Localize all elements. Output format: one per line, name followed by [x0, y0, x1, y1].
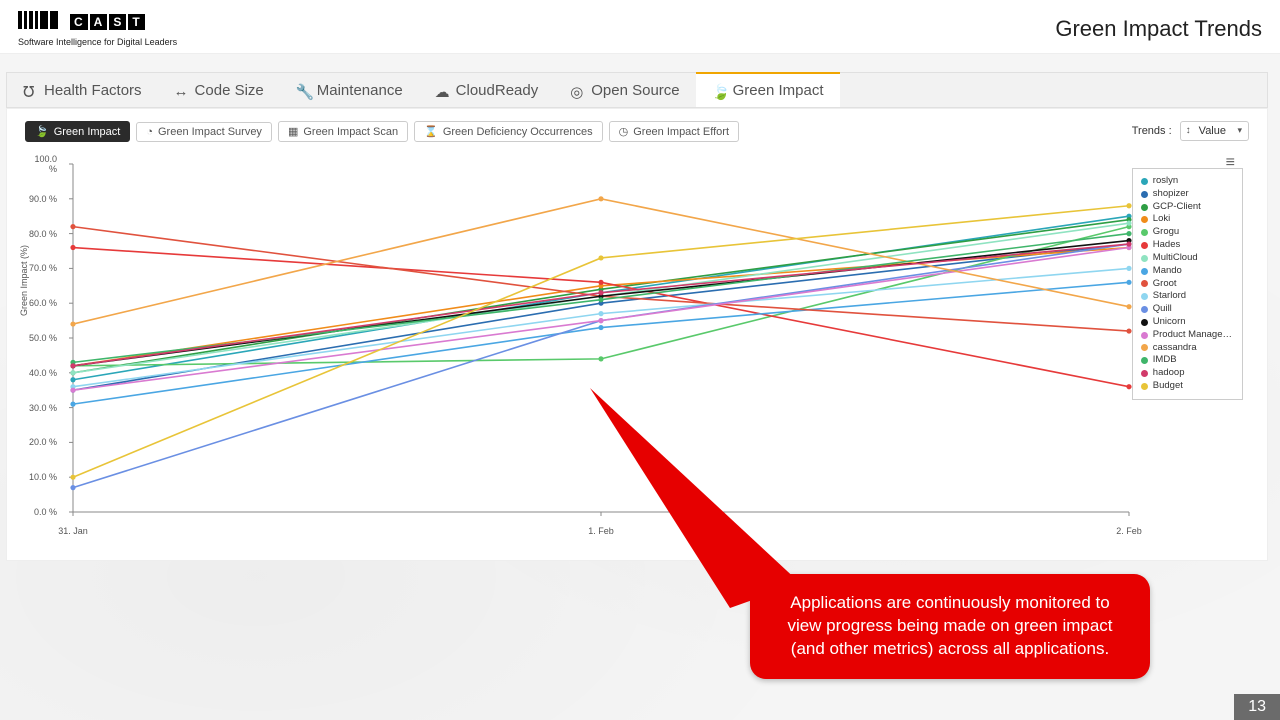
- trends-label: Trends :: [1132, 125, 1172, 137]
- tab-open-source[interactable]: ◎ Open Source: [554, 73, 695, 107]
- tab-code-size[interactable]: ↔ Code Size: [158, 73, 280, 107]
- tab-maintenance[interactable]: 🔧 Maintenance: [280, 73, 419, 107]
- annotation-callout: Applications are continuously monitored …: [750, 574, 1150, 679]
- brand-bars-icon: [18, 11, 60, 34]
- legend-item[interactable]: Hades: [1141, 239, 1232, 252]
- arrows-h-icon: ↔: [174, 83, 189, 98]
- tab-cloudready[interactable]: ☁ CloudReady: [419, 73, 555, 107]
- brand-tagline: Software Intelligence for Digital Leader…: [18, 37, 177, 47]
- legend-item[interactable]: MultiCloud: [1141, 252, 1232, 265]
- grid-icon: ▦: [288, 125, 298, 138]
- stethoscope-icon: ℧: [23, 83, 38, 98]
- legend-item[interactable]: Mando: [1141, 265, 1232, 278]
- subtab-green-survey[interactable]: ◔ Green Impact Survey: [136, 122, 272, 142]
- subtab-green-scan[interactable]: ▦ Green Impact Scan: [278, 121, 408, 142]
- subtab-green-impact[interactable]: 🍃 Green Impact: [25, 121, 130, 142]
- legend-item[interactable]: Loki: [1141, 213, 1232, 226]
- trends-value-dropdown[interactable]: Value: [1180, 121, 1249, 141]
- pie-icon: ◔: [146, 126, 153, 138]
- legend-item[interactable]: IMDB: [1141, 354, 1232, 367]
- legend-item[interactable]: Unicorn: [1141, 316, 1232, 329]
- page-number: 13: [1234, 694, 1280, 720]
- legend-item[interactable]: GCP-Client: [1141, 201, 1232, 214]
- hourglass-icon: ⌛: [424, 125, 438, 138]
- legend-item[interactable]: shopizer: [1141, 188, 1232, 201]
- brand-block: C A S T Software Intelligence for Digita…: [18, 11, 177, 47]
- chart-legend: roslynshopizerGCP-ClientLokiGroguHadesMu…: [1132, 168, 1243, 400]
- legend-item[interactable]: Grogu: [1141, 226, 1232, 239]
- brand-name: C A S T: [70, 14, 145, 30]
- subtab-green-effort[interactable]: ◷ Green Impact Effort: [609, 121, 739, 142]
- leaf-icon: 🍃: [712, 83, 727, 98]
- tab-health-factors[interactable]: ℧ Health Factors: [7, 73, 158, 107]
- leaf-icon: 🍃: [35, 125, 49, 138]
- legend-item[interactable]: Quill: [1141, 303, 1232, 316]
- legend-item[interactable]: Product Manage…: [1141, 329, 1232, 342]
- callout-pointer-icon: [590, 388, 830, 608]
- legend-item[interactable]: hadoop: [1141, 367, 1232, 380]
- legend-item[interactable]: cassandra: [1141, 342, 1232, 355]
- primary-tabs: ℧ Health Factors ↔ Code Size 🔧 Maintenan…: [6, 72, 1268, 108]
- cloud-icon: ☁: [435, 83, 450, 98]
- subtab-green-deficiency[interactable]: ⌛ Green Deficiency Occurrences: [414, 121, 602, 142]
- wrench-icon: 🔧: [296, 83, 311, 98]
- clock-icon: ◷: [619, 125, 629, 138]
- legend-item[interactable]: Budget: [1141, 380, 1232, 393]
- sub-tabs: 🍃 Green Impact ◔ Green Impact Survey ▦ G…: [25, 121, 1249, 142]
- osi-icon: ◎: [570, 83, 585, 98]
- legend-item[interactable]: Starlord: [1141, 290, 1232, 303]
- top-bar: C A S T Software Intelligence for Digita…: [0, 0, 1280, 54]
- tab-green-impact[interactable]: 🍃 Green Impact: [696, 72, 840, 107]
- page-title: Green Impact Trends: [1055, 16, 1262, 42]
- legend-item[interactable]: Groot: [1141, 278, 1232, 291]
- legend-item[interactable]: roslyn: [1141, 175, 1232, 188]
